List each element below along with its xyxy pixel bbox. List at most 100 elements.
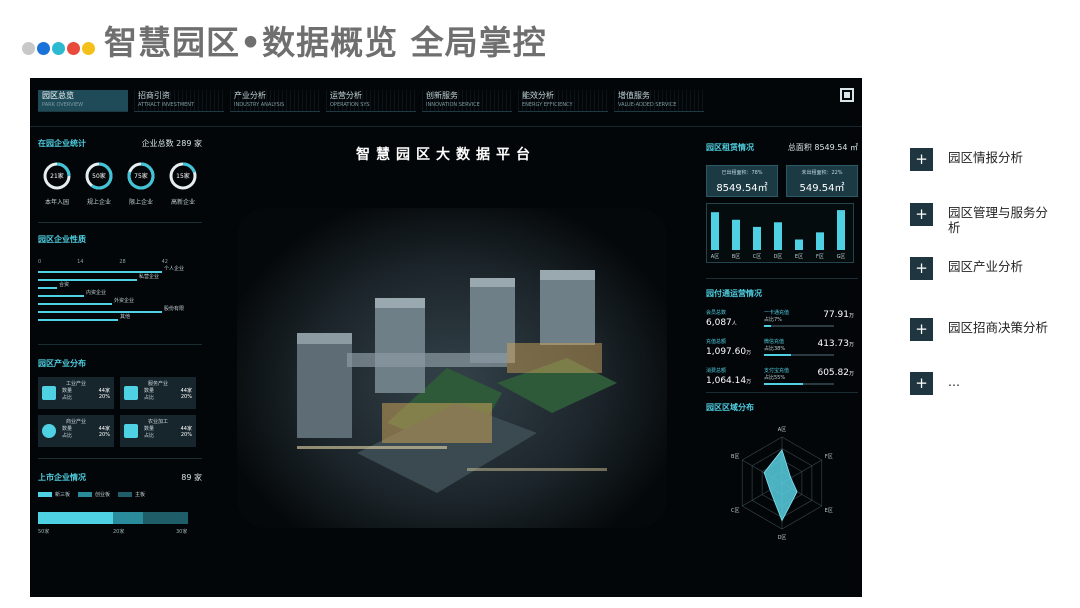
tab-sublabel: OPERATION SYS [330,102,370,108]
section-divider [38,344,202,345]
legend-label: 主板 [135,492,146,498]
tab-park-overview[interactable]: 园区总览 PARK OVERVIEW [38,90,128,112]
count-value: 44家 [180,388,192,394]
ring-label: 限上企业 [128,199,153,206]
stack-segment [113,512,143,524]
nature-bar [38,295,84,297]
ring-gauges: 21家 本年入园 50家 规上企业 75家 限上企业 15家 高新企业 [38,161,202,206]
tab-label: 产业分析 [234,91,266,100]
nature-bar-label: 内资企业 [86,290,107,296]
legend-label: 创业板 [95,492,111,498]
plus-icon: + [910,318,933,341]
tab-attract-investment[interactable]: 招商引资 ATTRACT INVESTMENT [134,90,224,112]
outline-label: 园区情报分析 [948,150,1024,165]
tab-energy-efficiency[interactable]: 能效分析 ENERGY EFFICIENCY [518,90,608,112]
rented-area-card: 已出租面积：78% 8549.54㎡ [706,165,778,197]
top-navigation: 园区总览 PARK OVERVIEW 招商引资 ATTRACT INVESTME… [38,90,704,112]
radar-axis-label: D区 [778,535,787,541]
channel-progress-fill [764,383,803,385]
outline-item-investment: + 园区招商决策分析 [910,318,1070,358]
operation-value: 1,064.14万 [706,376,752,386]
rental-stat-cards: 已出租面积：78% 8549.54㎡ 未出租面积：22% 549.54㎡ [706,165,858,197]
region-dist-section: 园区区域分布 A区 F区 E区 D区 C区 B区 [706,402,858,545]
card-label: 未出租面积：22% [801,170,843,176]
rental-bar [837,210,845,250]
axis-tick: 28 [119,259,126,265]
operation-stat: 充值总额 1,097.60万 [706,338,764,357]
stack-segment [143,512,188,524]
tab-sublabel: INDUSTRY ANALYSIS [234,102,285,108]
channel-progress-fill [764,354,791,356]
count-label: 数量 [62,426,73,432]
tab-innovation-service[interactable]: 创新服务 INNOVATION SERVICE [422,90,512,112]
count-label: 数量 [62,388,73,394]
nature-bar [38,311,162,313]
nature-bar [38,279,137,281]
channel-progress-track [764,383,834,385]
industry-name: 工业产业 [66,381,87,387]
ring-label: 高新企业 [170,199,195,206]
industry-card: 工业产业 数量 44家 占比 20% [38,377,114,409]
nature-axis: 0 14 28 42 [38,259,168,265]
tab-sublabel: ATTRACT INVESTMENT [138,102,195,108]
legend-item: 创业板 [78,491,110,498]
operations-section: 园付通运营情况 会员总数 6,087人 一卡通充值 占比7% 77.91万 充值总额 1,0… [706,288,858,386]
operation-unit: 人 [731,321,737,327]
rental-bar-chart: A区 B区 C区 D区 E区 F区 G区 [706,203,854,263]
tab-sublabel: VALUE-ADDED SERVICE [618,102,677,108]
radar-axis-label: F区 [825,454,833,460]
industry-name: 服务产业 [148,381,169,387]
listed-bar-labels: 50家 20家 30家 [38,528,188,536]
enterprise-nature-section: 园区企业性质 0 14 28 42 个人企业 私营企业 合资 内资企业 外资企业 股份有限 其他 [38,234,202,327]
industry-share-row: 占比 20% [62,432,110,439]
nature-bar-label: 个人企业 [164,266,185,272]
plus-icon: + [910,257,933,280]
count-value: 44家 [98,388,110,394]
section-divider [38,222,202,223]
ring-graphic: 75家 [126,161,156,191]
outline-item-industry: + 园区产业分析 [910,257,1070,297]
coin-icon [42,424,56,438]
tab-operation[interactable]: 运营分析 OPERATION SYS [326,90,416,112]
tab-label: 能效分析 [522,91,554,100]
tab-sublabel: ENERGY EFFICIENCY [522,102,573,108]
ring-label: 规上企业 [86,199,111,206]
nature-bar [38,287,57,289]
listed-enterprise-section: 上市企业情况 89 家 新三板 创业板 主板 50家 20家 30家 [38,472,202,536]
industry-card: 服务产业 数量 44家 占比 20% [120,377,196,409]
section-title: 园付通运营情况 [706,289,762,298]
section-title: 园区产业分布 [38,359,86,368]
tab-industry-analysis[interactable]: 产业分析 INDUSTRY ANALYSIS [230,90,320,112]
outline-label: 园区招商决策分析 [948,320,1049,335]
outline-item-management: + 园区管理与服务分析 [910,203,1070,243]
count-label: 数量 [144,388,155,394]
share-value: 20% [98,432,110,438]
card-value: 8549.54㎡ [716,183,768,194]
channel-value: 605.82万 [817,368,854,378]
channel-unit: 万 [848,342,854,348]
industry-share-row: 占比 20% [62,394,110,401]
color-dots [22,42,95,55]
section-divider [706,278,858,279]
share-label: 占比 [62,433,73,439]
ring-graphic: 21家 [42,161,72,191]
axis-tick: 0 [38,259,42,265]
radar-svg: A区 F区 E区 D区 C区 B区 [731,427,833,541]
axis-tick: 14 [77,259,84,265]
legend-swatch [118,492,133,497]
legend-item: 新三板 [38,491,70,498]
plus-icon: + [910,203,933,226]
section-title: 园区企业性质 [38,235,86,244]
industry-name: 商业产业 [66,419,87,425]
nature-bar-label: 股份有限 [164,306,185,312]
ring-value: 75家 [134,173,148,180]
industry-count-row: 数量 44家 [144,387,192,394]
stack-label: 20家 [113,529,125,535]
nature-bar-label: 其他 [120,314,131,320]
industry-count-row: 数量 44家 [144,425,192,432]
outline-label: 园区产业分析 [948,259,1024,274]
rental-bar [795,239,803,250]
fullscreen-icon[interactable] [840,88,854,102]
payment-channel: 支付宝充值 占比55% 605.82万 [764,367,854,386]
tab-value-added-service[interactable]: 增值服务 VALUE-ADDED SERVICE [614,90,704,112]
